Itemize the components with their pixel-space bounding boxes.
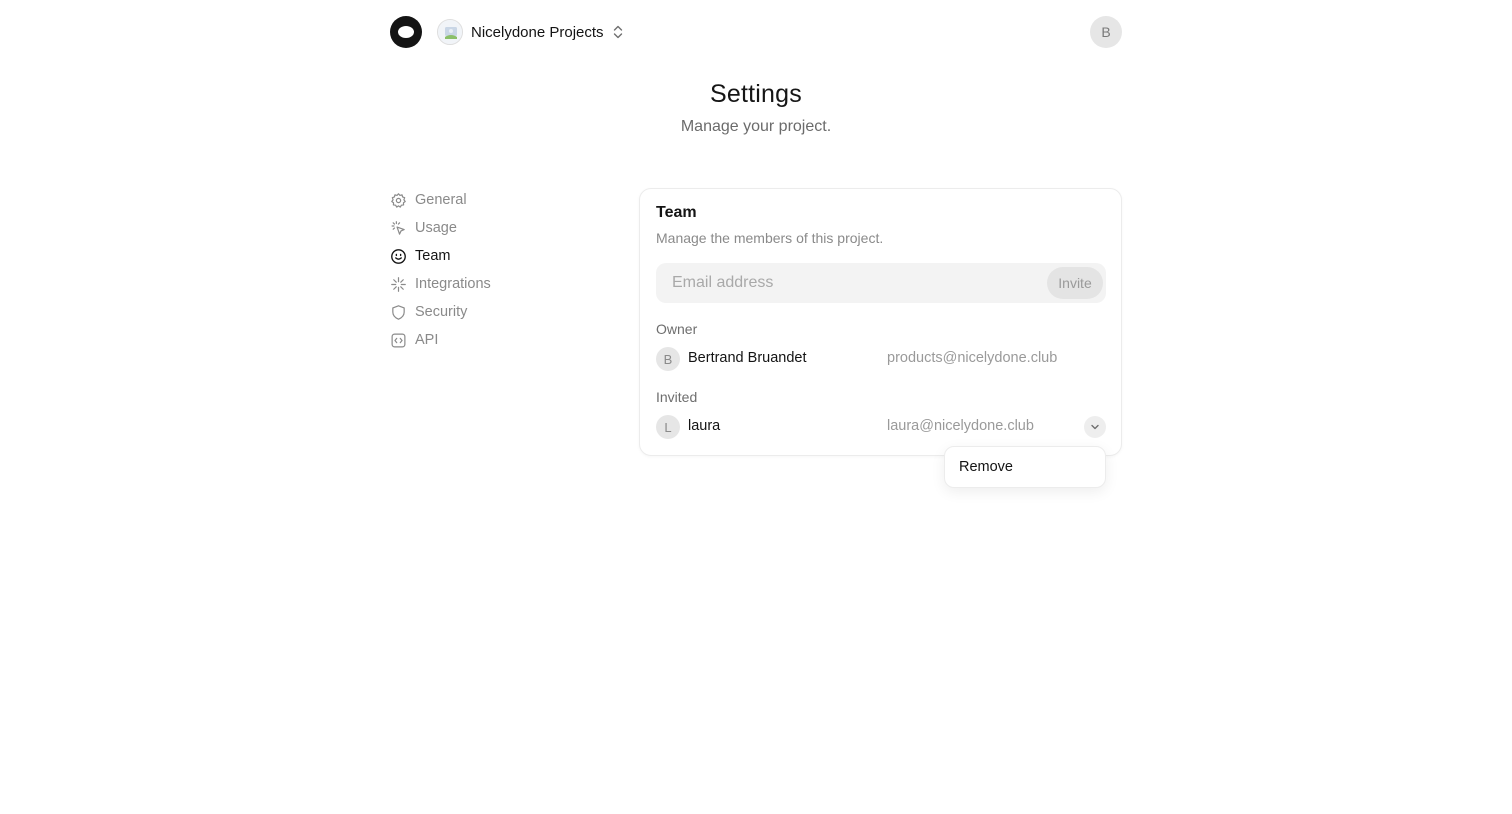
sidebar-item-label: API — [415, 332, 439, 348]
member-avatar: L — [656, 415, 680, 439]
member-options-menu: Remove — [944, 446, 1106, 488]
owner-label: Owner — [656, 321, 698, 337]
sidebar-item-team[interactable]: Team — [390, 242, 590, 270]
sidebar-item-label: Integrations — [415, 276, 491, 292]
member-email: products@nicelydone.club — [887, 350, 1058, 366]
member-options-button[interactable] — [1084, 416, 1106, 438]
project-switcher[interactable]: Nicelydone Projects — [437, 18, 624, 46]
team-description: Manage the members of this project. — [656, 230, 884, 246]
sidebar-item-usage[interactable]: Usage — [390, 214, 590, 242]
top-bar: Nicelydone Projects B — [390, 16, 1122, 48]
page-title: Settings — [710, 80, 802, 108]
gear-icon — [390, 192, 407, 209]
invite-button[interactable]: Invite — [1047, 267, 1103, 299]
shield-icon — [390, 304, 407, 321]
project-name: Nicelydone Projects — [471, 23, 604, 41]
team-title: Team — [656, 204, 697, 221]
invited-label: Invited — [656, 389, 698, 405]
chevron-up-down-icon — [612, 24, 624, 40]
member-row-invited: L laura laura@nicelydone.club — [656, 414, 1106, 440]
sidebar-item-security[interactable]: Security — [390, 298, 590, 326]
user-avatar[interactable]: B — [1090, 16, 1122, 48]
app-logo[interactable] — [390, 16, 422, 48]
team-card: Team Manage the members of this project.… — [639, 188, 1122, 456]
member-name: Bertrand Bruandet — [688, 350, 807, 366]
email-input[interactable] — [656, 263, 1036, 303]
member-row-owner: B Bertrand Bruandet products@nicelydone.… — [656, 346, 1106, 372]
sidebar-item-label: General — [415, 192, 467, 208]
sidebar-item-label: Usage — [415, 220, 457, 236]
sparkle-icon — [390, 276, 407, 293]
chevron-down-icon — [1091, 424, 1099, 430]
remove-member-menu-item[interactable]: Remove — [946, 448, 1104, 486]
page-subtitle: Manage your project. — [680, 118, 832, 135]
sidebar-item-label: Security — [415, 304, 468, 320]
sidebar-item-general[interactable]: General — [390, 186, 590, 214]
code-icon — [390, 332, 407, 349]
sidebar-item-api[interactable]: API — [390, 326, 590, 354]
member-avatar: B — [656, 347, 680, 371]
smiley-icon — [390, 248, 407, 265]
settings-sidebar: General Usage Team Integrations Security… — [390, 186, 590, 354]
invite-form: Invite — [656, 263, 1106, 303]
member-email: laura@nicelydone.club — [887, 418, 1034, 434]
project-avatar — [437, 19, 463, 45]
cursor-click-icon — [390, 220, 407, 237]
sidebar-item-label: Team — [415, 248, 451, 264]
member-name: laura — [688, 418, 721, 434]
sidebar-item-integrations[interactable]: Integrations — [390, 270, 590, 298]
